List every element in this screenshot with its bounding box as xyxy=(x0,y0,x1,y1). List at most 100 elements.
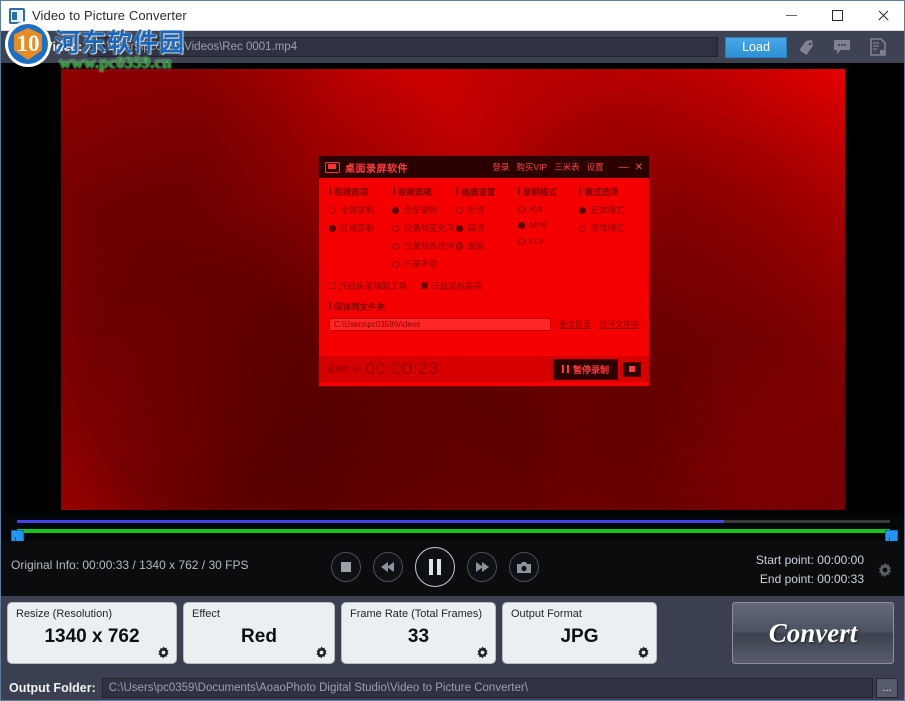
radio-icon xyxy=(456,207,463,214)
recorder-duration-label: 录制时长: xyxy=(327,364,361,375)
recorder-menu: 登录 购买VIP 三米表 设置 — ✕ xyxy=(492,161,643,173)
video-path-input[interactable] xyxy=(88,37,718,57)
recorder-checkbox-pen: 开启画笔辅助工具 xyxy=(329,280,407,292)
prev-frame-icon xyxy=(380,561,396,573)
effect-caption: Effect xyxy=(192,608,326,620)
recorder-save-header: 保存到文件夹 xyxy=(329,301,639,313)
output-folder-bar: Output Folder: ... xyxy=(1,673,905,701)
radio-icon xyxy=(456,225,463,232)
title-bar: Video to Picture Converter xyxy=(1,1,905,31)
minimize-icon xyxy=(786,15,797,16)
stop-button[interactable] xyxy=(331,552,361,582)
gear-icon[interactable] xyxy=(314,645,329,660)
option-label: FLV xyxy=(529,236,544,246)
radio-icon xyxy=(579,225,586,232)
timeline-range[interactable] xyxy=(17,529,890,533)
app-icon xyxy=(9,8,25,24)
playback-controls xyxy=(331,547,539,587)
recorder-option: 仅录制系统声音 xyxy=(392,240,456,252)
recorder-option: 全屏录制 xyxy=(329,204,392,216)
stop-icon xyxy=(341,562,351,572)
checkbox-label: 开启画笔辅助工具 xyxy=(339,281,407,291)
original-info-label: Original Info: 00:00:33 / 1340 x 762 / 3… xyxy=(11,558,249,572)
radio-icon xyxy=(518,222,525,229)
recorder-change-dir-link: 更改目录 xyxy=(559,319,591,330)
pause-icon xyxy=(562,365,569,373)
gear-icon[interactable] xyxy=(876,561,894,579)
option-label: 区域录制 xyxy=(340,222,374,234)
recorder-option: 正常模式 xyxy=(579,204,639,216)
recorder-header-4: 模式选择 xyxy=(579,186,639,198)
recorder-menu-vip: 购买VIP xyxy=(516,161,547,173)
load-button[interactable]: Load xyxy=(725,37,787,58)
output-folder-input[interactable] xyxy=(102,678,873,698)
snapshot-button[interactable] xyxy=(509,552,539,582)
gear-icon[interactable] xyxy=(636,645,651,660)
recorder-footer: 录制时长: 00:00:23 暂停录制 xyxy=(319,356,649,382)
video-watermark-url: www.zhuomianluping.com xyxy=(690,482,810,489)
output-format-card[interactable]: Output Format JPG xyxy=(502,602,657,664)
camera-icon xyxy=(516,561,532,574)
option-label: 标清 xyxy=(467,204,484,216)
next-frame-button[interactable] xyxy=(467,552,497,582)
timeline[interactable] xyxy=(1,513,905,541)
recorder-option-column-1: 全部录制 仅录制麦克风 仅录制系统声音 不录声音 xyxy=(392,204,456,270)
timeline-track[interactable] xyxy=(17,520,890,523)
load-video-label: Load Video: xyxy=(11,40,82,54)
document-icon[interactable] xyxy=(868,37,888,57)
recorder-option: AVI xyxy=(518,204,580,214)
minimize-button[interactable] xyxy=(768,1,814,31)
browse-button[interactable]: ... xyxy=(876,678,898,698)
recorder-option: 仅录制麦克风 xyxy=(392,222,456,234)
convert-button[interactable]: Convert xyxy=(732,602,894,664)
recorder-column-headers: 视频选项 音频选项 画质设置 录制格式 模式选择 xyxy=(329,186,639,198)
recorder-menu-settings: 设置 xyxy=(587,161,604,173)
timeline-progress xyxy=(17,520,724,523)
frame-rate-card[interactable]: Frame Rate (Total Frames) 33 xyxy=(341,602,496,664)
effect-card[interactable]: Effect Red xyxy=(183,602,335,664)
gear-icon[interactable] xyxy=(475,645,490,660)
recorder-title-bar: 桌面录屏软件 登录 购买VIP 三米表 设置 — ✕ xyxy=(319,156,649,178)
previous-frame-button[interactable] xyxy=(373,552,403,582)
option-label: 游戏模式 xyxy=(590,222,624,234)
trim-points: Start point: 00:00:00 End point: 00:00:3… xyxy=(756,551,864,589)
recorder-option-column-3: AVI MP4 FLV xyxy=(518,204,580,270)
tag-icon[interactable] xyxy=(796,37,816,57)
video-preview-stage[interactable]: 桌面录屏软件 登录 购买VIP 三米表 设置 — ✕ 视频选项 xyxy=(1,63,905,513)
recorder-header-3: 录制格式 xyxy=(518,186,580,198)
resize-card[interactable]: Resize (Resolution) 1340 x 762 xyxy=(7,602,177,664)
window-controls xyxy=(768,1,905,31)
toolbar-icons xyxy=(796,37,888,57)
recorder-option-column-4: 正常模式 游戏模式 xyxy=(579,204,639,270)
recorder-pause-button: 暂停录制 xyxy=(553,359,618,380)
resize-value: 1340 x 762 xyxy=(16,626,168,648)
recorder-logo-icon xyxy=(325,162,340,173)
video-watermark: 桌面录屏软件 www.zhuomianluping.com xyxy=(677,448,823,496)
recorder-option: 全部录制 xyxy=(392,204,456,216)
recorder-body: 视频选项 音频选项 画质设置 录制格式 模式选择 全屏录制 区域录制 全部录制 xyxy=(319,178,649,386)
recorder-options-grid: 全屏录制 区域录制 全部录制 仅录制麦克风 仅录制系统声音 不录声音 标清 高清 xyxy=(329,204,639,270)
gear-icon[interactable] xyxy=(156,645,171,660)
recorder-option: MP4 xyxy=(518,220,580,230)
option-label: 原画 xyxy=(467,240,484,252)
option-label: 全屏录制 xyxy=(340,204,374,216)
pause-button[interactable] xyxy=(415,547,455,587)
checkbox-icon xyxy=(421,282,428,289)
recorder-option-column-2: 标清 高清 原画 xyxy=(456,204,518,270)
close-button[interactable] xyxy=(860,1,905,31)
recorder-option: 不录声音 xyxy=(392,258,456,270)
comment-icon[interactable] xyxy=(832,37,852,57)
recorder-close-icon: ✕ xyxy=(635,162,643,173)
frame-rate-caption: Frame Rate (Total Frames) xyxy=(350,608,487,620)
recorder-option-column-0: 全屏录制 区域录制 xyxy=(329,204,392,270)
radio-icon xyxy=(518,238,525,245)
recorder-option: 标清 xyxy=(456,204,518,216)
video-frame: 桌面录屏软件 登录 购买VIP 三米表 设置 — ✕ 视频选项 xyxy=(61,69,845,510)
radio-icon xyxy=(329,207,336,214)
pause-icon xyxy=(429,559,441,575)
resize-caption: Resize (Resolution) xyxy=(16,608,168,620)
output-format-caption: Output Format xyxy=(511,608,648,620)
recorder-pause-label: 暂停录制 xyxy=(573,363,609,376)
maximize-button[interactable] xyxy=(814,1,860,31)
recorder-option: 高清 xyxy=(456,222,518,234)
